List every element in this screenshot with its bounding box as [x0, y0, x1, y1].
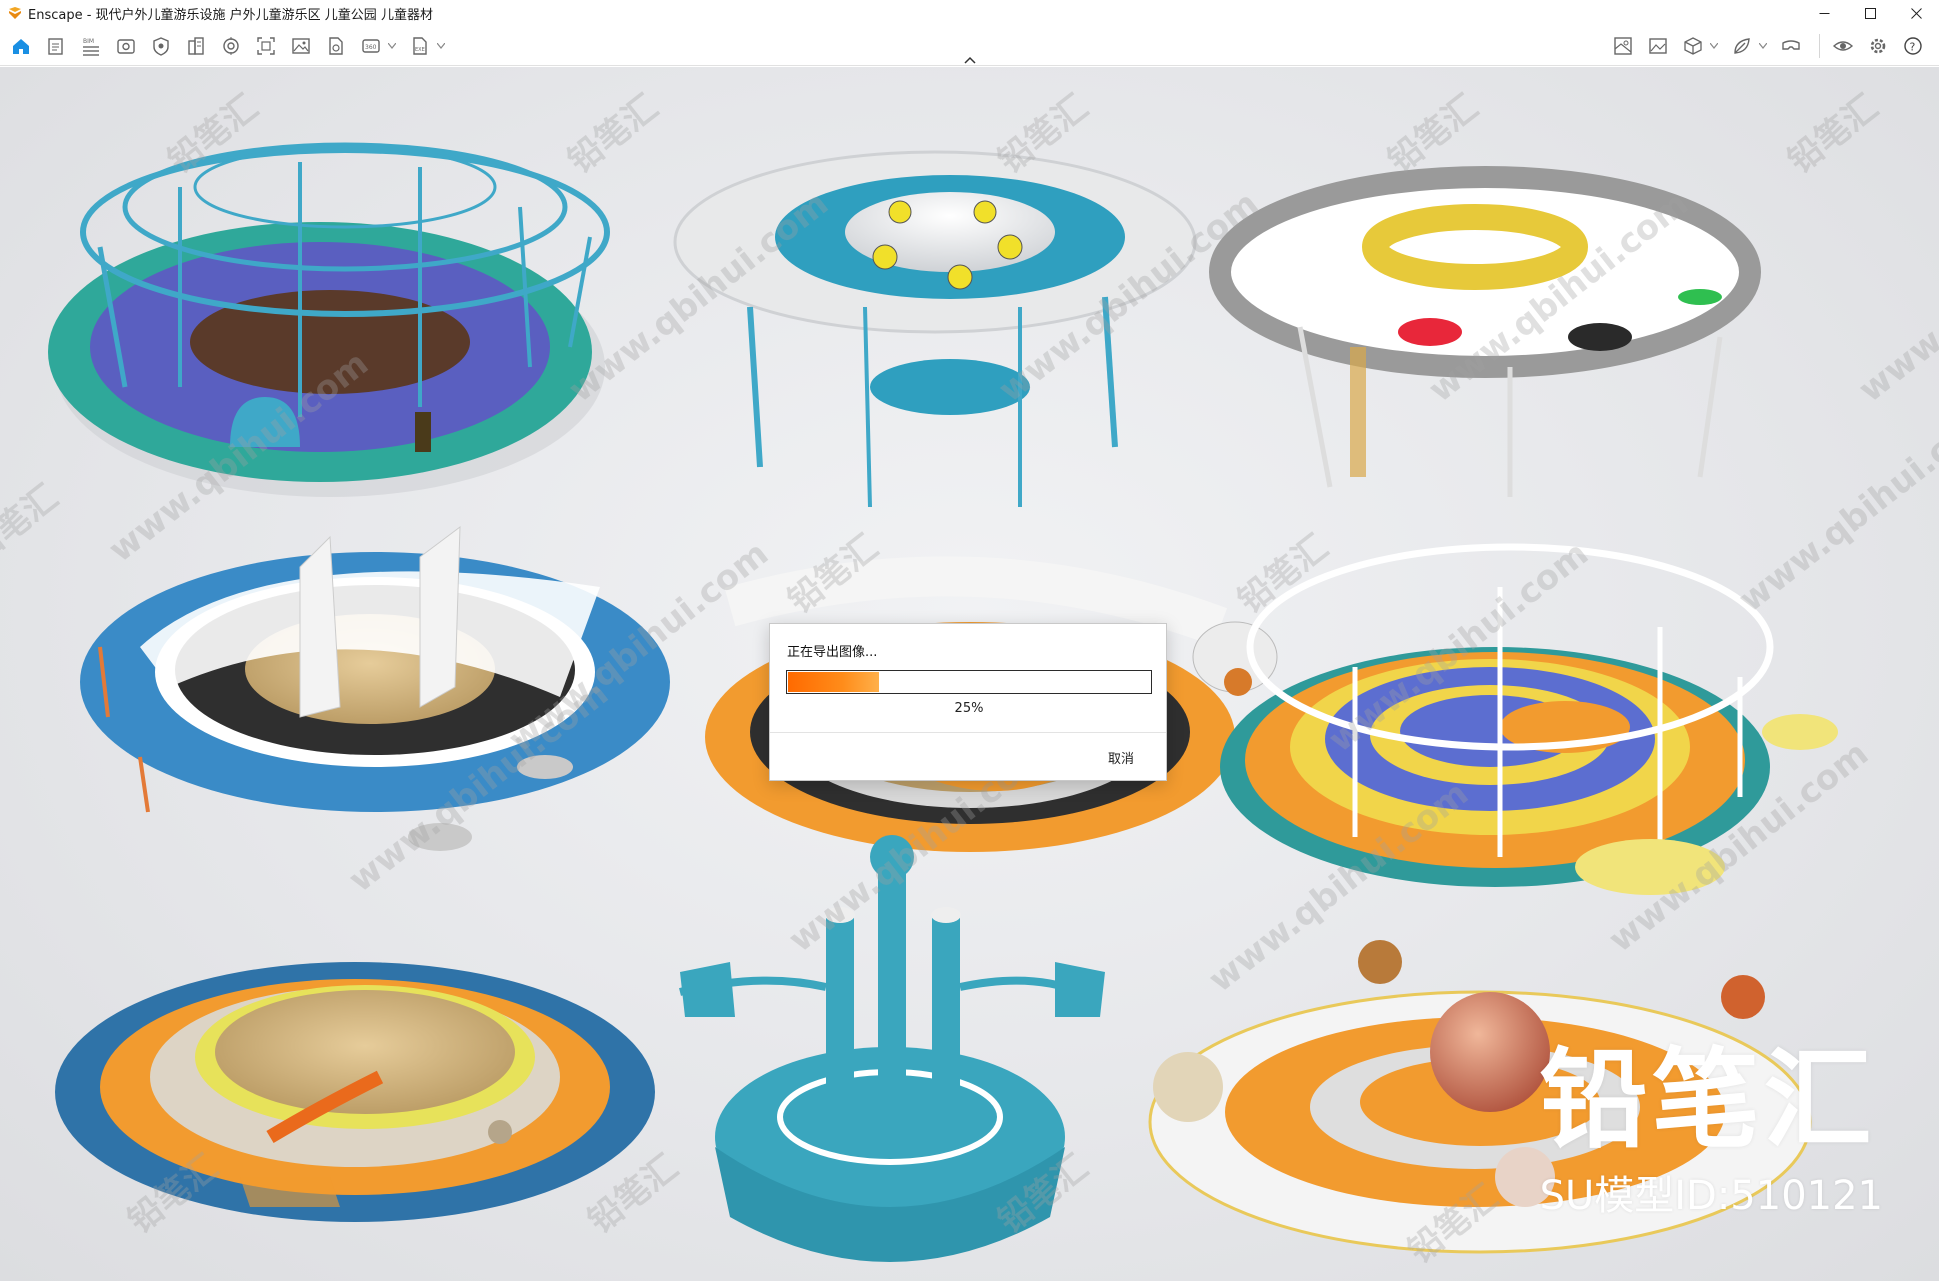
document-icon[interactable] — [41, 32, 71, 60]
toolbar-divider — [1819, 34, 1820, 58]
export-progress-fill — [788, 672, 879, 692]
file-icon[interactable] — [321, 32, 351, 60]
panorama-360-icon[interactable]: 360 — [356, 32, 386, 60]
gallery-icon[interactable] — [286, 32, 316, 60]
minimize-icon[interactable] — [1801, 0, 1847, 26]
settings-icon[interactable] — [1863, 32, 1893, 60]
title-bar: Enscape - 现代户外儿童游乐设施 户外儿童游乐区 儿童公园 儿童器材 — [0, 0, 1939, 26]
sandpit-blue-platform — [80, 525, 670, 851]
leaf-dropdown-chevron-icon[interactable] — [1758, 32, 1768, 60]
views-icon[interactable] — [146, 32, 176, 60]
progress-percent-label: 25% — [954, 701, 984, 716]
collapse-toolbar-chevron-icon[interactable] — [960, 54, 980, 66]
brand-name: 铅笔汇 — [1539, 1038, 1876, 1163]
bim-icon[interactable]: BIM — [76, 32, 106, 60]
building-icon[interactable] — [181, 32, 211, 60]
material-editor-icon[interactable] — [1608, 32, 1638, 60]
svg-text:BIM: BIM — [83, 38, 94, 45]
toolbar-right-group: ? — [1608, 32, 1933, 60]
svg-text:EXE: EXE — [415, 47, 425, 53]
climbing-frame-platform — [48, 142, 610, 497]
export-image-dialog: 正在导出图像... 25% 取消 — [769, 623, 1167, 781]
box-dropdown-chevron-icon[interactable] — [1709, 32, 1719, 60]
model-id-label: SU模型ID:510121 — [1539, 1173, 1883, 1219]
svg-text:?: ? — [1910, 41, 1916, 54]
window-controls — [1801, 0, 1939, 26]
net-ring-structure — [1209, 166, 1761, 497]
close-icon[interactable] — [1893, 0, 1939, 26]
ufo-canopy-structure — [673, 150, 1197, 508]
leaf-icon[interactable] — [1727, 32, 1757, 60]
dialog-title: 正在导出图像... — [787, 645, 878, 660]
screenshot-icon[interactable] — [251, 32, 281, 60]
svg-text:360: 360 — [365, 44, 377, 51]
image-icon[interactable] — [1643, 32, 1673, 60]
window-title: Enscape - 现代户外儿童游乐设施 户外儿童游乐区 儿童公园 儿童器材 — [28, 7, 433, 23]
exe-export-icon[interactable]: EXE — [405, 32, 435, 60]
dialog-divider — [770, 732, 1166, 733]
brand-watermark: 铅笔汇 SU模型ID:510121 — [1540, 1047, 1883, 1221]
cancel-button[interactable]: 取消 — [1108, 748, 1134, 767]
maximize-icon[interactable] — [1847, 0, 1893, 26]
sand-basin-platform — [55, 962, 655, 1222]
speaking-tubes-structure — [679, 835, 1105, 1262]
help-icon[interactable]: ? — [1898, 32, 1928, 60]
export-dropdown-chevron-icon[interactable] — [436, 32, 446, 60]
home-icon[interactable] — [6, 32, 36, 60]
visibility-icon[interactable] — [111, 32, 141, 60]
panorama-dropdown-chevron-icon[interactable] — [387, 32, 397, 60]
rainbow-dome-platform — [1220, 543, 1838, 895]
toolbar-left-group: BIM 360 EXE — [6, 32, 454, 60]
vr-headset-icon[interactable] — [1776, 32, 1806, 60]
export-progress-bar — [786, 670, 1152, 694]
box-icon[interactable] — [1678, 32, 1708, 60]
eye-icon[interactable] — [1828, 32, 1858, 60]
enscape-logo-icon — [9, 7, 21, 19]
render-viewport[interactable]: 铅笔汇 铅笔汇 铅笔汇 铅笔汇 铅笔汇 铅笔汇 www.qbihui.com w… — [0, 67, 1939, 1281]
asset-library-icon[interactable] — [216, 32, 246, 60]
